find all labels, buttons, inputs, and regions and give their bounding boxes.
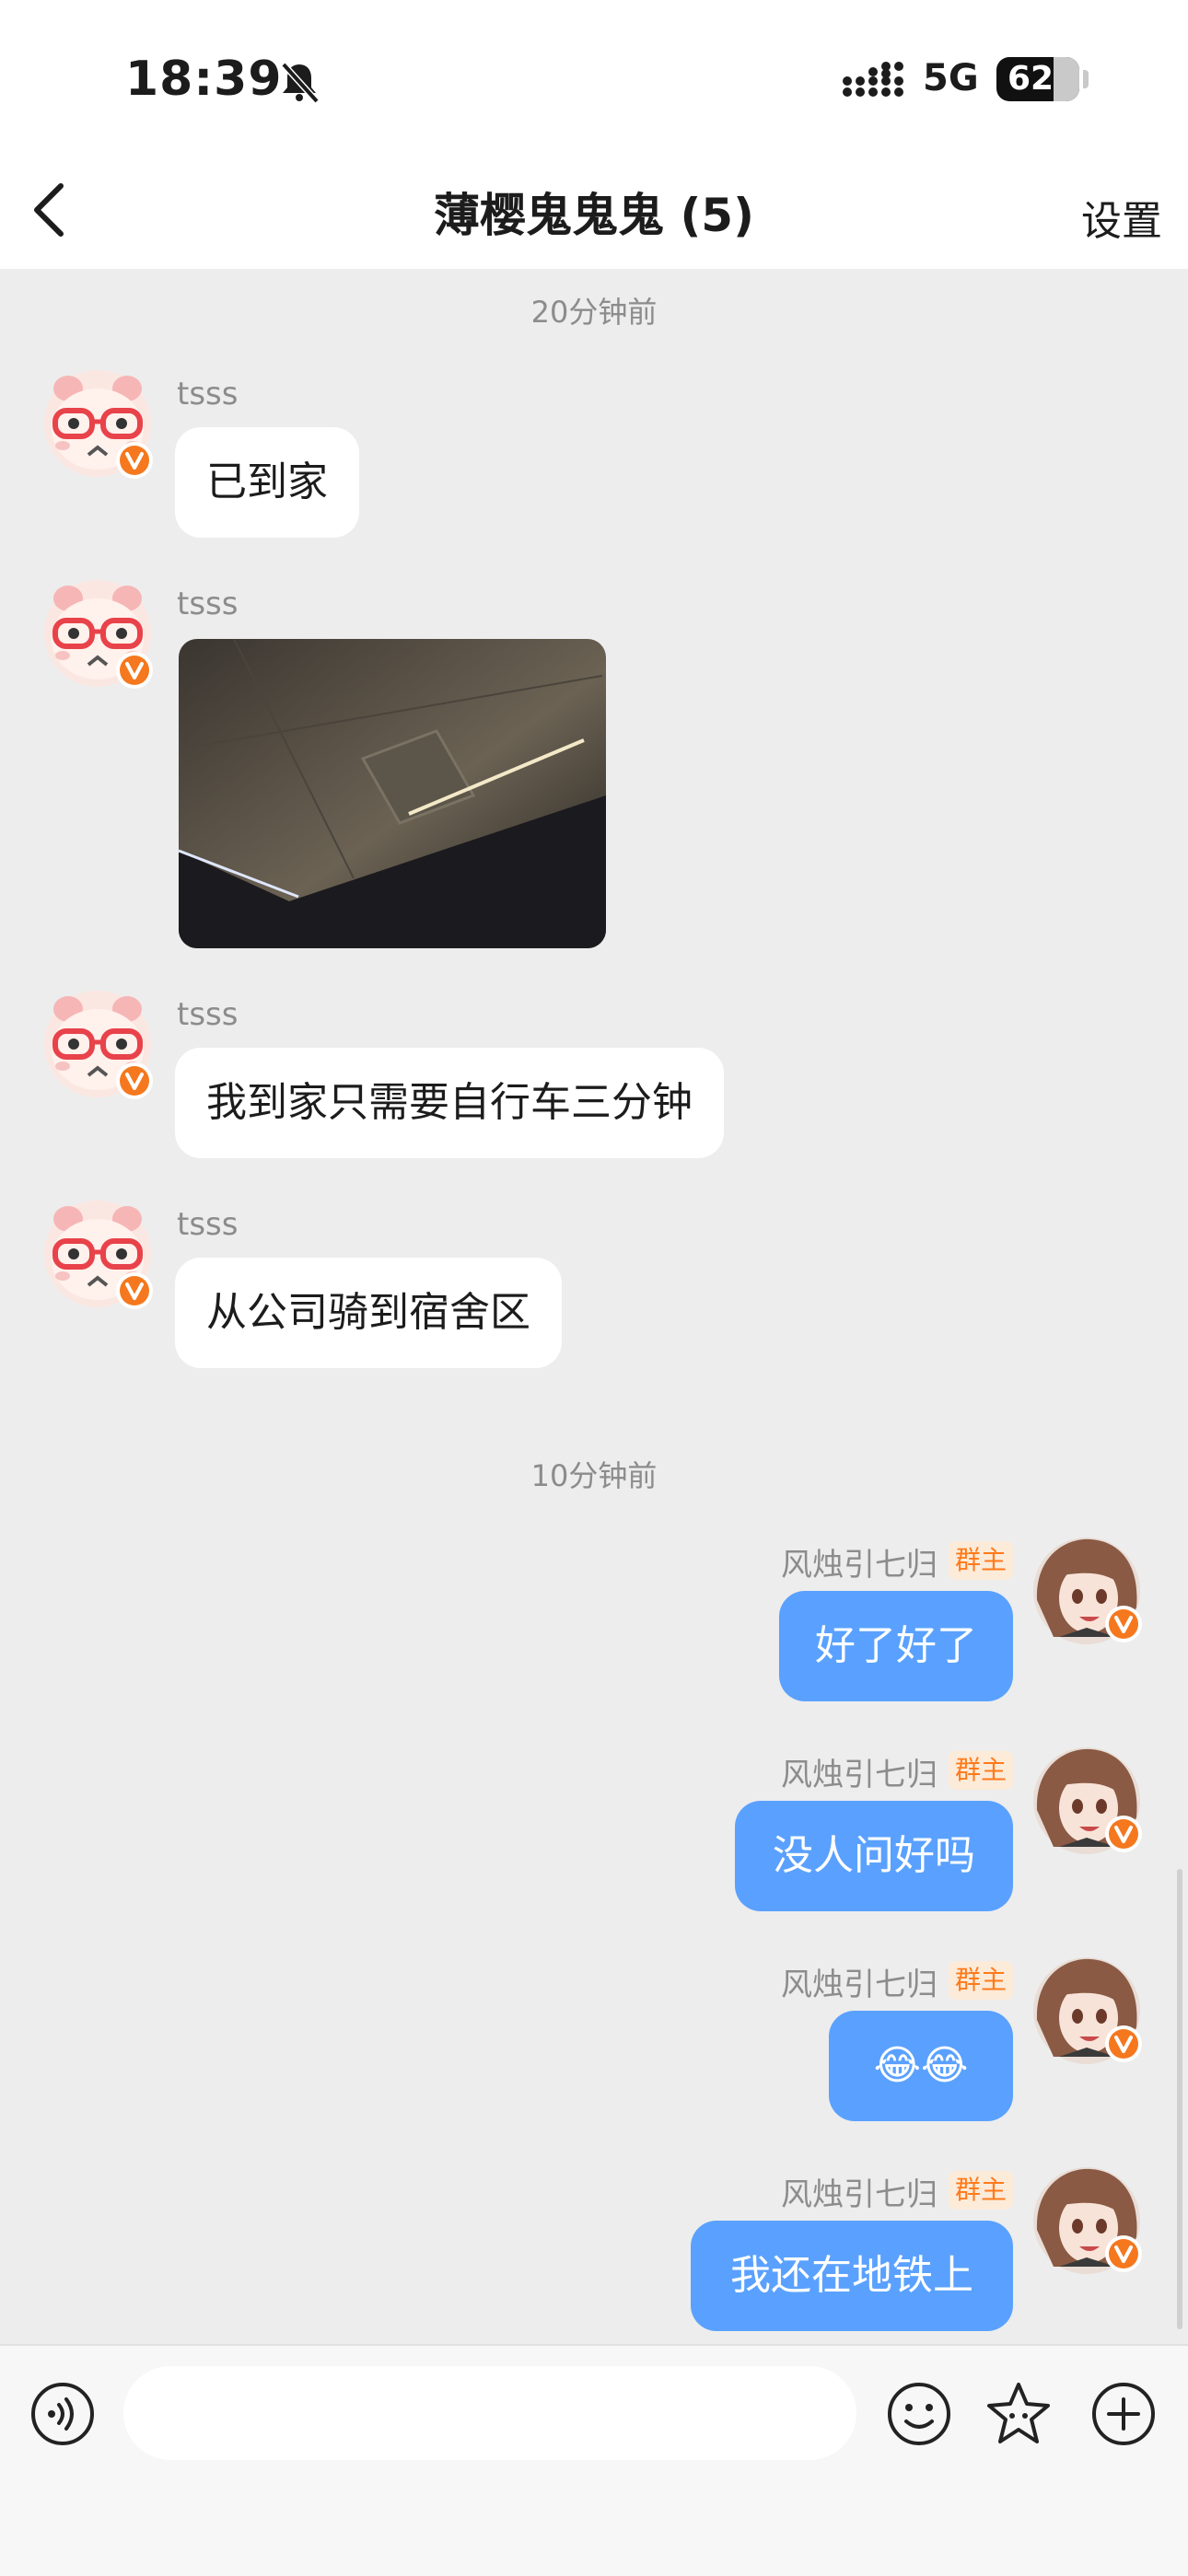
verified-badge-icon [1105, 2235, 1142, 2272]
message-bubble[interactable]: 没人问好吗 [735, 1801, 1013, 1911]
verified-badge-icon [116, 1272, 153, 1309]
settings-button[interactable]: 设置 [1081, 188, 1162, 247]
verified-badge-icon [1105, 1816, 1142, 1852]
verified-badge-icon [116, 652, 153, 689]
message-bubble[interactable]: 😂😂 [829, 2011, 1013, 2121]
message-bubble[interactable]: 好了好了 [779, 1591, 1013, 1701]
timestamp: 20分钟前 [530, 295, 658, 330]
sender-name: 风烛引七归 [781, 1547, 938, 1584]
add-icon[interactable] [1090, 2381, 1157, 2447]
sender-name: 风烛引七归 [781, 2176, 938, 2213]
verified-badge-icon [1105, 1606, 1142, 1642]
cellular-signal-icon [843, 62, 903, 97]
verified-badge-icon [116, 1062, 153, 1099]
voice-icon[interactable] [29, 2381, 96, 2447]
battery-icon: 62 [996, 57, 1079, 101]
group-owner-tag: 群主 [949, 2171, 1013, 2210]
mute-bell-icon [281, 62, 320, 104]
verified-badge-icon [1105, 2025, 1142, 2062]
sender-name: 风烛引七归 [781, 1757, 938, 1793]
sender-name: tsss [177, 996, 239, 1033]
message-input[interactable] [123, 2366, 856, 2460]
sender-name: tsss [177, 376, 239, 412]
battery-level: 62 [1007, 60, 1054, 98]
status-time: 18:39 [125, 52, 283, 107]
group-owner-tag: 群主 [949, 1751, 1013, 1790]
message-bubble[interactable]: 从公司骑到宿舍区 [175, 1258, 562, 1368]
group-owner-tag: 群主 [949, 1961, 1013, 2000]
sticker-star-icon[interactable] [984, 2379, 1054, 2449]
sender-name: 风烛引七归 [781, 1967, 938, 2003]
timestamp: 10分钟前 [530, 1458, 658, 1493]
message-bubble[interactable]: 我到家只需要自行车三分钟 [175, 1048, 724, 1158]
sender-name: tsss [177, 1206, 239, 1243]
message-bubble[interactable]: 已到家 [175, 427, 359, 538]
message-bubble[interactable]: 我还在地铁上 [691, 2221, 1013, 2331]
chat-title: 薄樱鬼鬼鬼 (5) [434, 189, 754, 242]
message-image[interactable] [179, 639, 606, 948]
group-owner-tag: 群主 [949, 1541, 1013, 1580]
battery-nub [1083, 70, 1089, 88]
network-type: 5G [923, 57, 979, 99]
verified-badge-icon [116, 442, 153, 479]
sender-name: tsss [177, 586, 239, 622]
scrollbar[interactable] [1177, 1869, 1182, 2329]
emoji-icon[interactable] [886, 2381, 952, 2447]
